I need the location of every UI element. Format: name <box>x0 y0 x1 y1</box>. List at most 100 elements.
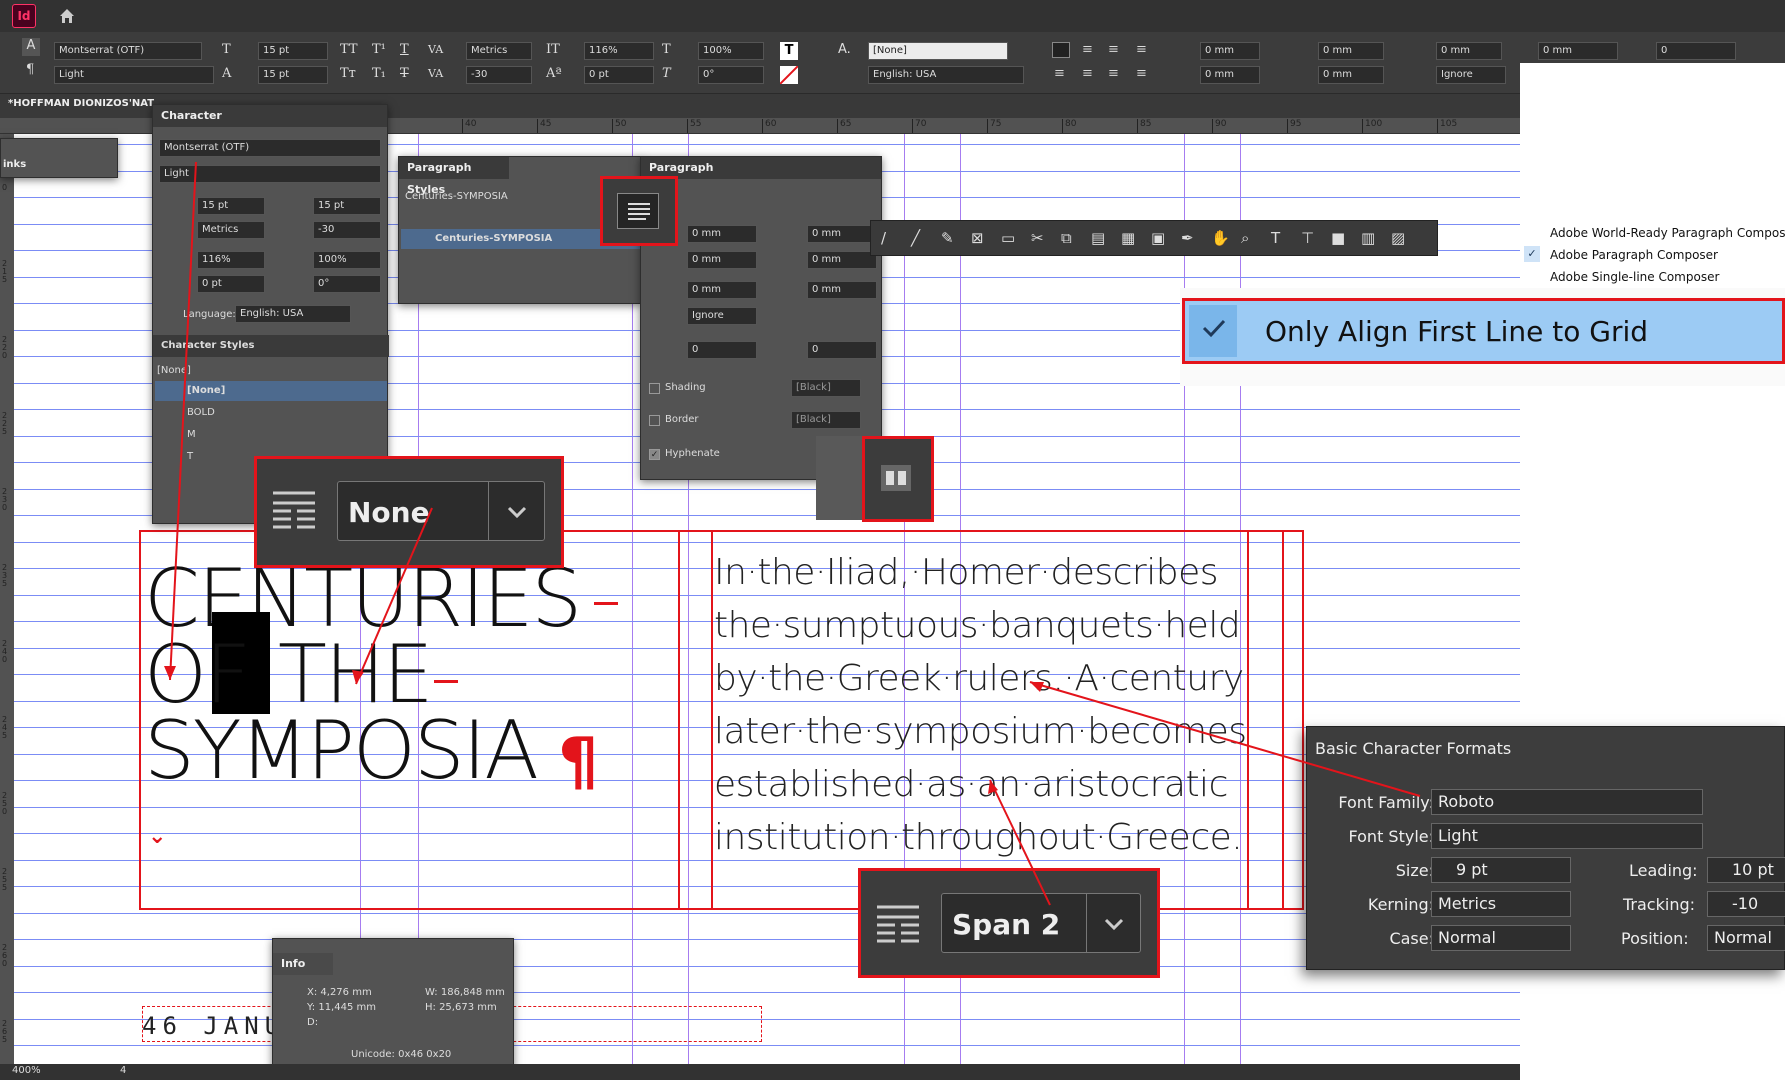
font-family-field[interactable]: Montserrat (OTF) <box>54 42 202 60</box>
bcf-case[interactable]: Normal <box>1431 925 1571 951</box>
line-tool-icon[interactable]: / <box>881 229 886 247</box>
scissors-tool-icon[interactable]: ✂ <box>1031 229 1044 247</box>
char-font-style[interactable]: Light <box>159 165 381 183</box>
pen-tool-icon[interactable]: ╱ <box>911 229 920 247</box>
char-tracking[interactable]: -30 <box>313 221 381 239</box>
right-indent-field[interactable]: 0 mm <box>1318 42 1384 60</box>
free-transform-tool-icon[interactable]: ⧉ <box>1061 229 1072 247</box>
superscript-icon[interactable]: T¹ <box>372 42 386 58</box>
bcf-font-family[interactable]: Roboto <box>1431 789 1703 815</box>
composer-menu-item[interactable]: ✓ Adobe Paragraph Composer <box>1520 244 1785 266</box>
color-swatch-icon[interactable]: ■ <box>1331 229 1345 247</box>
char-kerning[interactable]: Metrics <box>197 221 265 239</box>
para-space-before[interactable]: 0 mm <box>687 281 757 299</box>
language-field[interactable]: English: USA <box>868 66 1024 84</box>
span-two-dropdown[interactable]: Span 2 <box>941 893 1141 953</box>
kerning-field[interactable]: Metrics <box>466 42 532 60</box>
char-leading[interactable]: 15 pt <box>313 197 381 215</box>
space-before-field[interactable]: 0 mm <box>1436 42 1502 60</box>
para-drop-chars[interactable]: 0 <box>807 341 877 359</box>
char-language[interactable]: English: USA <box>235 305 351 323</box>
hand-tool-icon[interactable]: ✋ <box>1211 229 1230 247</box>
formatting-icon[interactable]: ⊤ <box>1301 229 1314 247</box>
body-text-line[interactable]: by·the·Greek·rulers.·A·century <box>714 658 1244 699</box>
body-text-line[interactable]: established·as·an·aristocratic <box>714 764 1228 805</box>
bcf-tracking[interactable]: -10 <box>1707 891 1785 917</box>
left-indent-field[interactable]: 0 mm <box>1200 42 1260 60</box>
span-none-dropdown[interactable]: None <box>337 481 545 541</box>
span-columns-icon[interactable] <box>881 465 911 491</box>
baseline-shift-field[interactable]: 0 pt <box>584 66 654 84</box>
character-style-item[interactable]: M <box>155 425 387 445</box>
font-style-field[interactable]: Light <box>54 66 214 84</box>
character-style-field[interactable]: [None] <box>868 42 1008 60</box>
character-mode-icon[interactable]: A <box>22 38 40 56</box>
para-last-line[interactable]: 0 mm <box>807 251 877 269</box>
body-text-line[interactable]: later·the·symposium·becomes <box>714 711 1247 752</box>
body-text-line[interactable]: In·the·Iliad,·Homer·describes <box>714 552 1218 593</box>
shading-color[interactable]: [Black] <box>791 379 861 397</box>
composer-menu-item[interactable]: Adobe Single-line Composer <box>1520 266 1785 288</box>
justify-left-icon[interactable]: ≡ <box>1054 66 1065 82</box>
para-space-after[interactable]: 0 mm <box>807 281 877 299</box>
gradient-tool-icon[interactable]: ▤ <box>1091 229 1105 247</box>
subscript-icon[interactable]: T₁ <box>372 66 386 82</box>
zoom-tool-icon[interactable]: ⌕ <box>1241 229 1249 247</box>
font-size-field[interactable]: 15 pt <box>258 42 328 60</box>
view-mode-icon[interactable]: ▥ <box>1361 229 1375 247</box>
paragraph-mode-icon[interactable]: ¶ <box>26 62 34 78</box>
bcf-leading[interactable]: 10 pt <box>1707 857 1785 883</box>
text-fill-icon[interactable]: T <box>780 42 798 60</box>
strikethrough-icon[interactable]: T <box>400 66 409 82</box>
para-first-line[interactable]: 0 mm <box>687 251 757 269</box>
para-grid[interactable]: Ignore <box>687 307 757 325</box>
rectangle-frame-tool-icon[interactable]: ⊠ <box>971 229 984 247</box>
bcf-kerning[interactable]: Metrics <box>1431 891 1571 917</box>
gradient-feather-tool-icon[interactable]: ▦ <box>1121 229 1135 247</box>
para-right-indent[interactable]: 0 mm <box>807 225 877 243</box>
align-left-icon[interactable] <box>617 193 659 229</box>
char-size[interactable]: 15 pt <box>197 197 265 215</box>
note-tool-icon[interactable]: ▣ <box>1151 229 1165 247</box>
bcf-position[interactable]: Normal <box>1707 925 1785 951</box>
underline-icon[interactable]: T <box>400 42 409 58</box>
first-line-indent-field[interactable]: 0 mm <box>1200 66 1260 84</box>
para-drop-lines[interactable]: 0 <box>687 341 757 359</box>
skew-field[interactable]: 0° <box>698 66 764 84</box>
align-right-icon[interactable]: ≡ <box>1108 42 1119 58</box>
para-left-indent[interactable]: 0 mm <box>687 225 757 243</box>
pencil-tool-icon[interactable]: ✎ <box>941 229 954 247</box>
fill-stroke-icon[interactable]: T <box>1271 229 1280 247</box>
indesign-logo[interactable]: Id <box>12 4 36 28</box>
last-line-indent-field[interactable]: 0 mm <box>1318 66 1384 84</box>
hyphenate-checkbox[interactable]: ✓ <box>649 449 660 460</box>
home-icon[interactable] <box>58 7 76 25</box>
horizontal-scale-field[interactable]: 100% <box>698 42 764 60</box>
char-vscale[interactable]: 116% <box>197 251 265 269</box>
document-tab[interactable]: *HOFFMAN DIONIZOS'NAT <box>8 98 154 109</box>
all-caps-icon[interactable]: TT <box>340 42 358 58</box>
justify-all-icon[interactable]: ≡ <box>1136 66 1147 82</box>
border-checkbox[interactable] <box>649 415 660 426</box>
eyedropper-tool-icon[interactable]: ✒ <box>1181 229 1194 247</box>
justify-center-icon[interactable]: ≡ <box>1082 66 1093 82</box>
leading-field[interactable]: 15 pt <box>258 66 328 84</box>
char-baseline[interactable]: 0 pt <box>197 275 265 293</box>
small-caps-icon[interactable]: Tт <box>340 66 356 82</box>
char-skew[interactable]: 0° <box>313 275 381 293</box>
bcf-size[interactable]: 9 pt <box>1431 857 1571 883</box>
character-style-item[interactable]: BOLD <box>155 403 387 423</box>
headline-line-3[interactable]: SYMPOSIA <box>144 704 539 797</box>
char-hscale[interactable]: 100% <box>313 251 381 269</box>
justify-right-icon[interactable]: ≡ <box>1108 66 1119 82</box>
character-style-item[interactable]: [None] <box>155 381 387 401</box>
tracking-field[interactable]: -30 <box>466 66 532 84</box>
shading-checkbox[interactable] <box>649 383 660 394</box>
page-number[interactable]: 4 <box>120 1065 126 1076</box>
drop-cap-lines-field[interactable]: 0 <box>1656 42 1736 60</box>
align-center-icon[interactable]: ≡ <box>1082 42 1093 58</box>
composer-menu-item[interactable]: Adobe World-Ready Paragraph Composer <box>1520 222 1785 244</box>
zoom-level[interactable]: 400% <box>12 1065 41 1076</box>
rectangle-tool-icon[interactable]: ▭ <box>1001 229 1015 247</box>
align-grid-field[interactable]: Ignore <box>1436 66 1506 84</box>
